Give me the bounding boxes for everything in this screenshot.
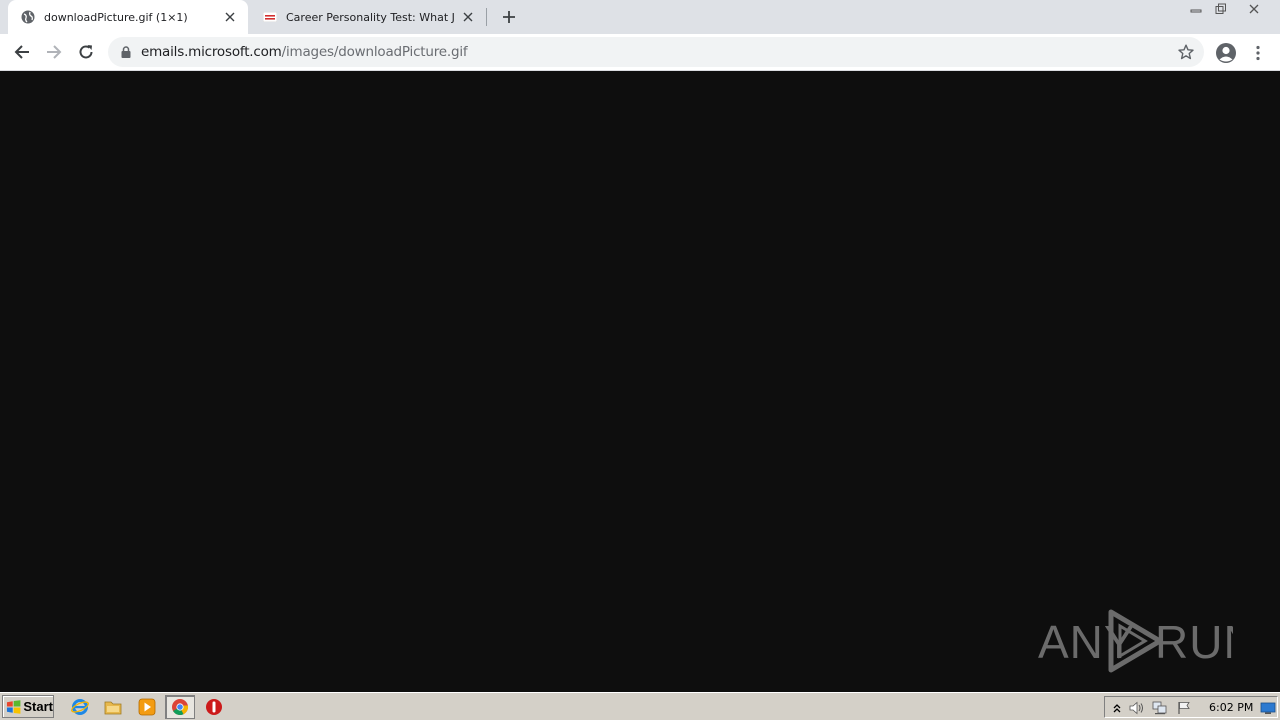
globe-icon <box>20 9 36 25</box>
kebab-menu-button[interactable] <box>1250 41 1266 65</box>
restore-icon <box>1215 3 1226 14</box>
tab-separator <box>486 8 487 26</box>
minimize-button[interactable] <box>1183 0 1209 18</box>
action-center-flag-icon[interactable] <box>1176 700 1192 716</box>
tab-download-picture[interactable]: downloadPicture.gif (1×1) <box>8 0 248 34</box>
tab-career-test[interactable]: Career Personality Test: What Job S <box>250 0 486 34</box>
url-path: /images/downloadPicture.gif <box>281 44 468 60</box>
back-button[interactable] <box>8 38 36 66</box>
browser-toolbar: emails.microsoft.com/images/downloadPict… <box>0 34 1280 71</box>
watermark-text-right: RUN <box>1155 616 1233 668</box>
address-bar[interactable]: emails.microsoft.com/images/downloadPict… <box>108 37 1204 67</box>
window-close-button[interactable] <box>1240 0 1268 18</box>
close-icon[interactable] <box>222 9 238 25</box>
folder-icon[interactable] <box>103 697 123 717</box>
forward-button[interactable] <box>40 38 68 66</box>
tab-title: Career Personality Test: What Job S <box>286 10 454 24</box>
show-desktop-icon[interactable] <box>1260 700 1276 716</box>
restore-button[interactable] <box>1208 0 1234 18</box>
plus-icon <box>503 11 515 23</box>
page-content <box>0 72 1280 692</box>
internet-explorer-icon[interactable] <box>70 697 90 717</box>
new-tab-button[interactable] <box>498 6 520 28</box>
arrow-right-icon <box>47 45 62 59</box>
antivirus-icon[interactable] <box>204 697 224 717</box>
start-button[interactable]: Start <box>2 695 54 718</box>
show-hidden-icons-button[interactable] <box>1109 700 1125 716</box>
tab-title: downloadPicture.gif (1×1) <box>44 10 188 24</box>
profile-avatar-icon[interactable] <box>1214 41 1238 65</box>
system-tray: 6:02 PM <box>1104 696 1278 718</box>
windows-logo-icon <box>6 699 21 714</box>
url-host: emails.microsoft.com <box>141 44 282 60</box>
more-vertical-icon <box>1256 45 1260 61</box>
url-text: emails.microsoft.com/images/downloadPict… <box>141 44 468 60</box>
media-player-icon[interactable] <box>137 697 157 717</box>
volume-icon[interactable] <box>1129 700 1145 716</box>
network-icon[interactable] <box>1152 700 1168 716</box>
anyrun-watermark-logo: ANY RUN <box>1038 609 1233 673</box>
taskbar-clock[interactable]: 6:02 PM <box>1209 701 1253 714</box>
lock-icon[interactable] <box>120 45 132 59</box>
site-favicon-icon <box>262 9 278 25</box>
bookmark-star-icon[interactable] <box>1178 44 1194 60</box>
reload-button[interactable] <box>72 38 100 66</box>
chevron-up-icon <box>1113 704 1121 713</box>
minimize-icon <box>1190 9 1202 13</box>
taskbar: Start 6:02 PM <box>0 692 1280 720</box>
reload-icon <box>79 45 93 59</box>
tab-strip: downloadPicture.gif (1×1) Career Persona… <box>0 0 1280 34</box>
arrow-left-icon <box>14 45 29 59</box>
close-icon <box>1249 4 1259 14</box>
chrome-icon[interactable] <box>165 695 195 719</box>
start-label: Start <box>23 699 53 714</box>
close-icon[interactable] <box>460 9 476 25</box>
